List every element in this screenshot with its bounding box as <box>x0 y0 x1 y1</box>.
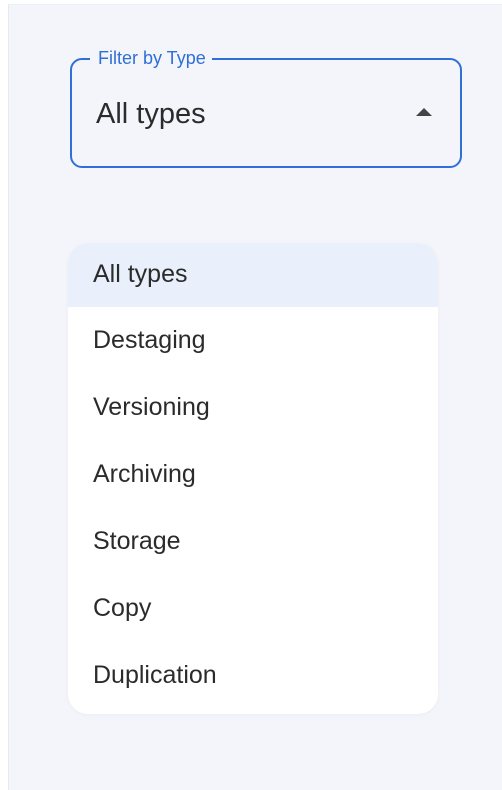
caret-up-icon[interactable] <box>416 108 432 116</box>
type-options-menu: All types Destaging Versioning Archiving… <box>68 243 438 714</box>
menu-item-storage[interactable]: Storage <box>68 508 438 575</box>
menu-item-duplication[interactable]: Duplication <box>68 642 438 709</box>
filter-label: Filter by Type <box>90 46 212 70</box>
menu-item-destaging[interactable]: Destaging <box>68 307 438 374</box>
type-filter-select[interactable]: Filter by Type All types <box>70 46 462 168</box>
select-current-value: All types <box>96 98 206 130</box>
menu-item-archiving[interactable]: Archiving <box>68 441 438 508</box>
menu-item-all-types[interactable]: All types <box>68 243 438 307</box>
menu-item-copy[interactable]: Copy <box>68 575 438 642</box>
menu-item-versioning[interactable]: Versioning <box>68 374 438 441</box>
